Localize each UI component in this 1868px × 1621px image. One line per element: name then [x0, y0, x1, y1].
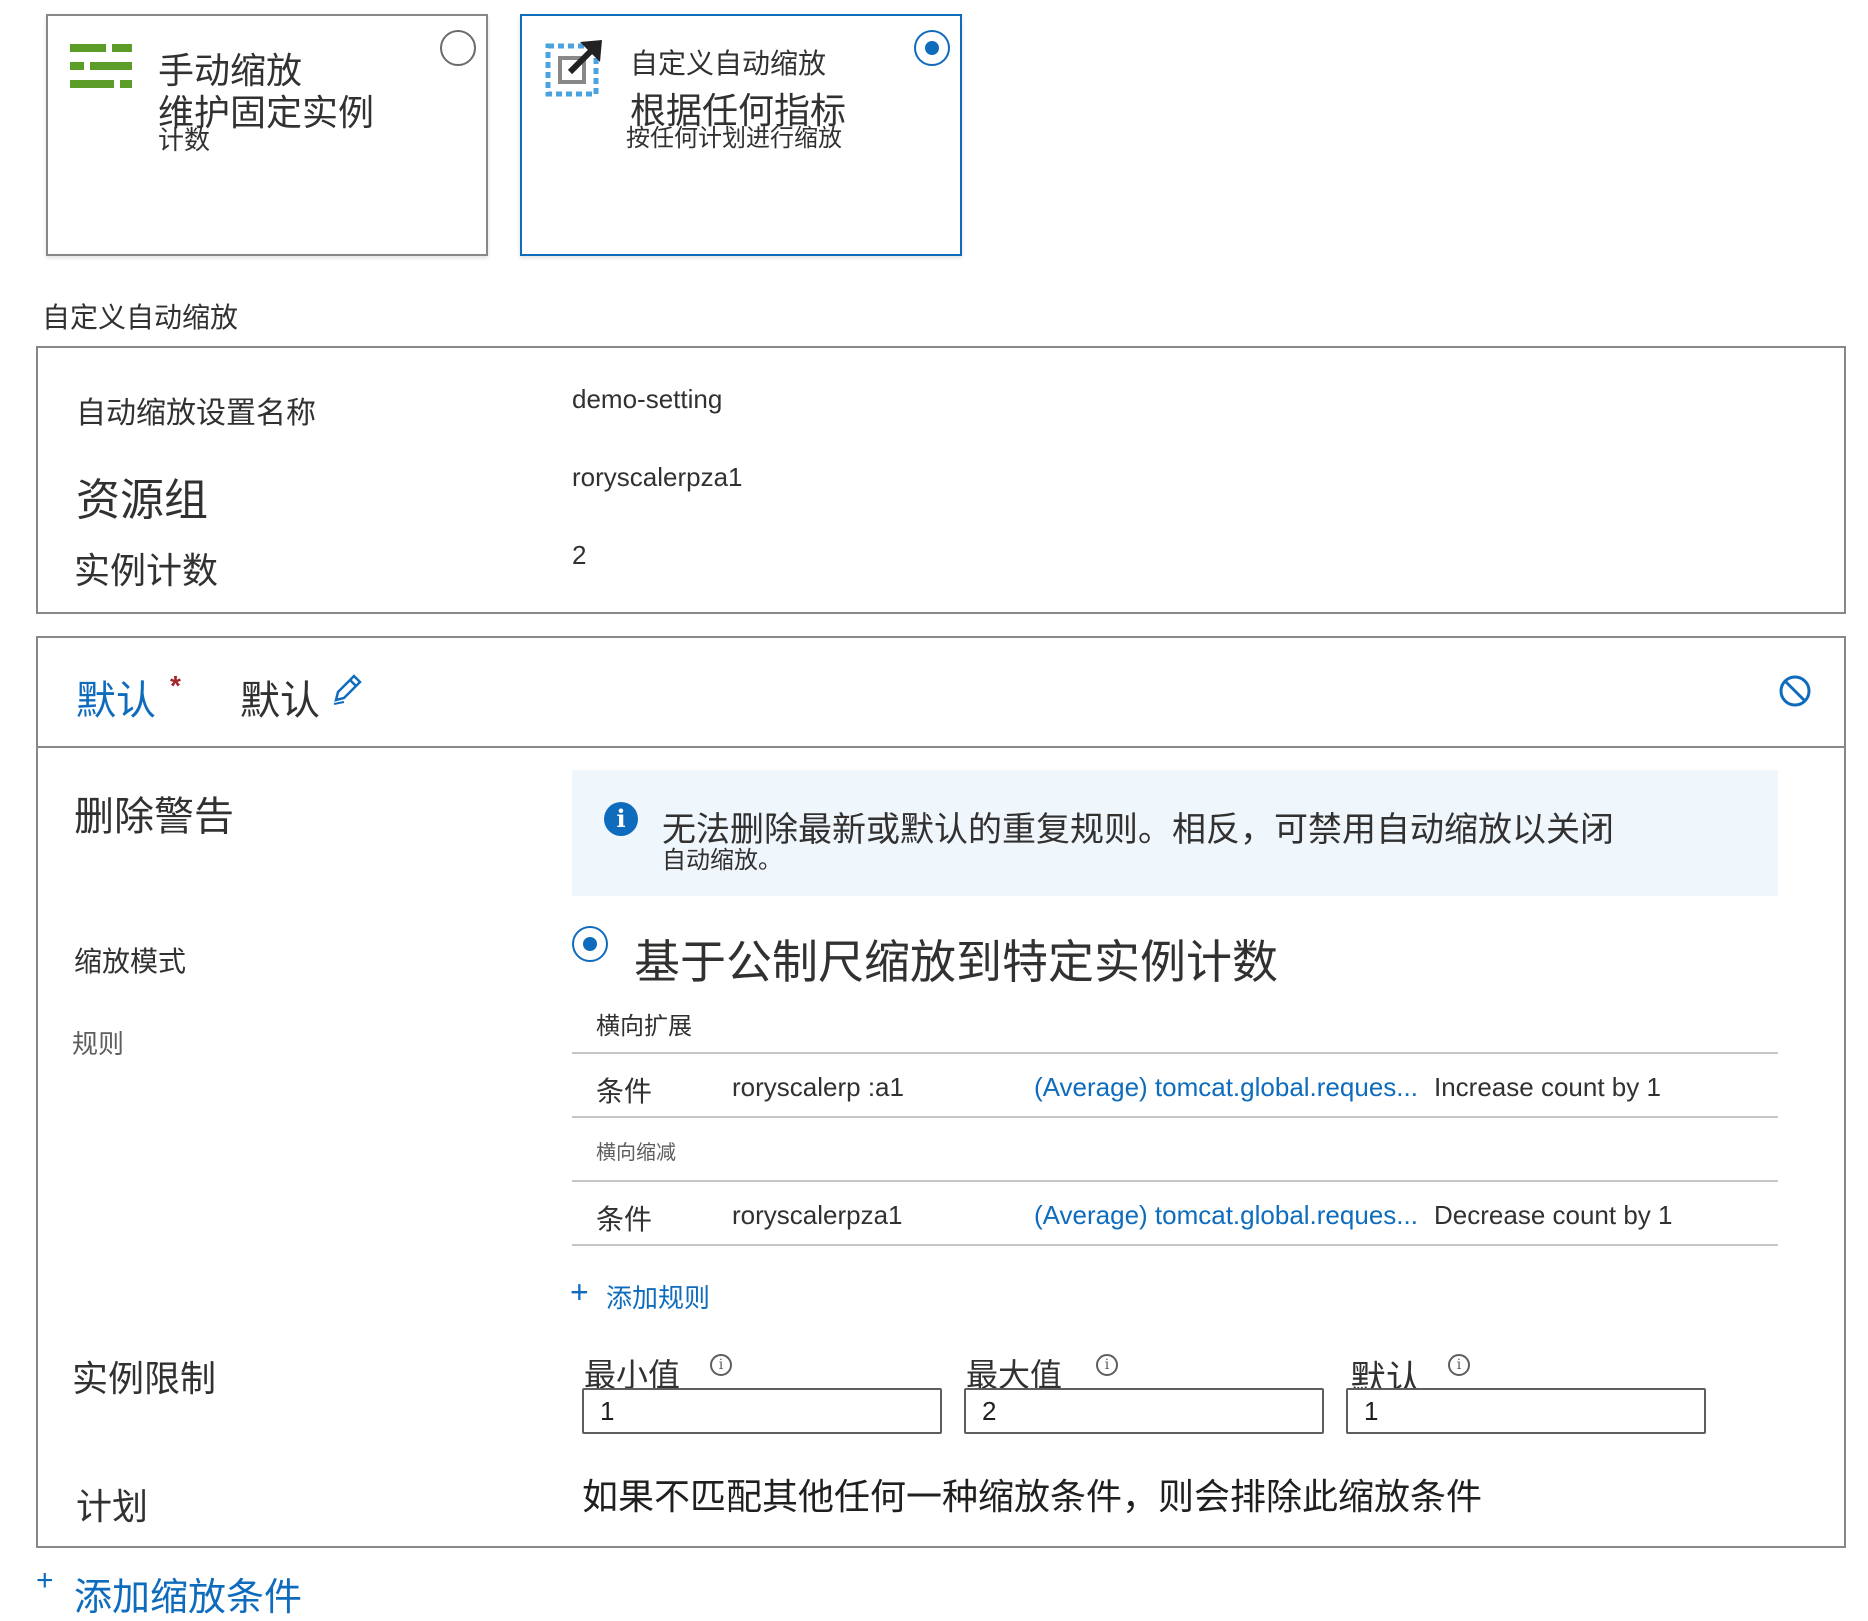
table-row[interactable]: 条件 roryscalerpza1 (Average) tomcat.globa… [572, 1182, 1778, 1244]
add-scale-condition-button[interactable]: + 添加缩放条件 [36, 1564, 336, 1619]
plus-icon: + [570, 1274, 589, 1310]
custom-card-desc-line2: 按任何计划进行缩放 [626, 125, 842, 152]
manual-scale-card[interactable]: 手动缩放 维护固定实例 计数 [46, 14, 488, 256]
min-input[interactable]: 1 [582, 1388, 942, 1434]
info-text-line1: 无法删除最新或默认的重复规则。相反，可禁用自动缩放以关闭 [662, 811, 1614, 849]
add-scale-condition-label: 添加缩放条件 [74, 1577, 303, 1619]
disable-icon[interactable] [1778, 674, 1812, 708]
instance-limits-label: 实例限制 [72, 1358, 217, 1399]
rule-resource: roryscalerp :a1 [732, 1072, 904, 1102]
rule-metric-link[interactable]: (Average) tomcat.global.reques... [1034, 1200, 1418, 1231]
default-input[interactable]: 1 [1346, 1388, 1706, 1434]
resource-group-value: roryscalerpza1 [572, 462, 743, 492]
resource-group-label: 资源组 [76, 476, 208, 525]
rules-label: 规则 [72, 1029, 125, 1059]
condition-header-divider [38, 746, 1844, 748]
info-icon: i [604, 802, 638, 836]
custom-card-title: 自定义自动缩放 [630, 48, 827, 79]
max-input[interactable]: 2 [964, 1388, 1324, 1434]
default-info-icon[interactable]: i [1448, 1354, 1470, 1376]
info-text-line2: 自动缩放。 [662, 847, 782, 874]
manual-card-desc-line2: 计数 [158, 125, 211, 155]
scale-mode-option: 基于公制尺缩放到特定实例计数 [634, 936, 1278, 988]
rule-action: Increase count by 1 [1434, 1072, 1661, 1102]
min-info-icon[interactable]: i [710, 1354, 732, 1376]
scale-mode-label: 缩放模式 [74, 946, 187, 977]
section-title: 自定义自动缩放 [42, 302, 239, 333]
table-row[interactable]: 条件 roryscalerp :a1 (Average) tomcat.glob… [572, 1054, 1778, 1116]
condition-name: 默认 [240, 679, 320, 723]
setting-name-value[interactable]: demo-setting [572, 384, 722, 415]
condition-tab-label[interactable]: 默认 [76, 668, 156, 726]
custom-autoscale-card[interactable]: 自定义自动缩放 根据任何指标 按任何计划进行缩放 [520, 14, 962, 256]
scale-arrow-icon [545, 40, 602, 97]
rule-resource: roryscalerpza1 [732, 1200, 903, 1230]
scale-out-header: 横向扩展 [596, 1013, 692, 1040]
manual-scale-radio[interactable] [440, 30, 476, 66]
schedule-text: 如果不匹配其他任何一种缩放条件，则会排除此缩放条件 [582, 1476, 1483, 1517]
rules-divider-2 [572, 1116, 1778, 1118]
max-info-icon[interactable]: i [1096, 1354, 1118, 1376]
scale-in-header: 横向缩减 [596, 1142, 676, 1164]
instance-count-label: 实例计数 [74, 550, 219, 591]
rule-condition-label: 条件 [596, 1076, 653, 1107]
edit-pencil-icon[interactable] [330, 672, 364, 708]
settings-panel [36, 346, 1846, 614]
rule-condition-label: 条件 [596, 1204, 653, 1235]
setting-name-label: 自动缩放设置名称 [76, 397, 316, 430]
rule-metric-link[interactable]: (Average) tomcat.global.reques... [1034, 1072, 1418, 1103]
rules-divider-4 [572, 1244, 1778, 1246]
delete-warning-label: 删除警告 [74, 795, 234, 839]
required-marker: * [170, 670, 181, 701]
instance-count-value: 2 [572, 540, 587, 570]
add-rule-label: 添加规则 [606, 1283, 711, 1313]
rule-action: Decrease count by 1 [1434, 1200, 1673, 1230]
plus-icon: + [36, 1564, 54, 1597]
scale-mode-radio[interactable] [572, 926, 608, 962]
schedule-label: 计划 [76, 1486, 149, 1527]
bars-icon [70, 44, 132, 88]
custom-autoscale-radio[interactable] [914, 30, 950, 66]
